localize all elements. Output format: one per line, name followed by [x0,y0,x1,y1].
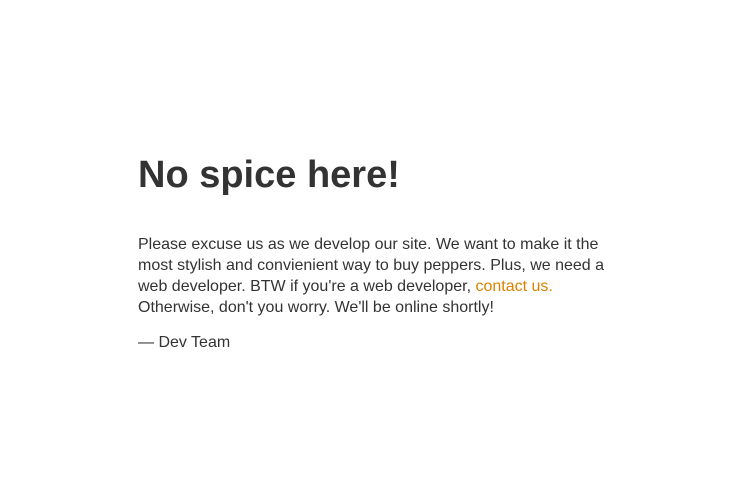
signature: — Dev Team [138,334,231,351]
maintenance-message: Please excuse us as we develop our site.… [138,234,618,318]
maintenance-article: No spice here! Please excuse us as we de… [138,152,618,353]
contact-us-link[interactable]: contact us. [475,278,552,295]
page-title: No spice here! [138,154,400,196]
message-text-end: Otherwise, don't you worry. We'll be onl… [138,299,494,316]
